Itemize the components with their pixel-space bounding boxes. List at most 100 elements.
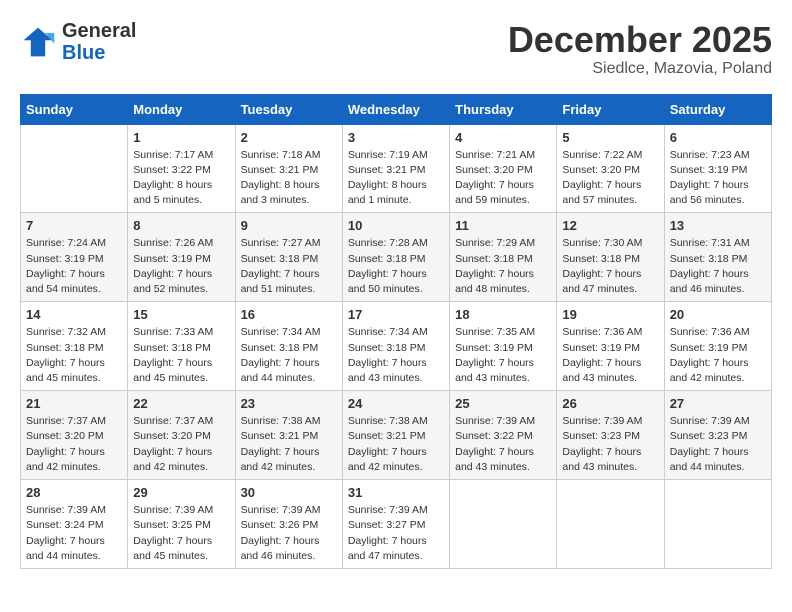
col-header-saturday: Saturday	[664, 94, 771, 124]
cell-text: and 54 minutes.	[26, 282, 122, 297]
week-row-1: 1Sunrise: 7:17 AMSunset: 3:22 PMDaylight…	[21, 124, 772, 213]
day-number: 30	[241, 485, 337, 500]
day-cell: 11Sunrise: 7:29 AMSunset: 3:18 PMDayligh…	[450, 213, 557, 302]
cell-text: and 42 minutes.	[241, 460, 337, 475]
cell-text: Sunrise: 7:19 AM	[348, 148, 444, 163]
col-header-wednesday: Wednesday	[342, 94, 449, 124]
cell-text: Sunrise: 7:38 AM	[241, 414, 337, 429]
cell-text: Sunrise: 7:29 AM	[455, 236, 551, 251]
week-row-4: 21Sunrise: 7:37 AMSunset: 3:20 PMDayligh…	[21, 391, 772, 480]
cell-text: Sunset: 3:26 PM	[241, 518, 337, 533]
day-number: 10	[348, 218, 444, 233]
day-cell: 30Sunrise: 7:39 AMSunset: 3:26 PMDayligh…	[235, 480, 342, 569]
cell-text: Sunrise: 7:18 AM	[241, 148, 337, 163]
cell-text: Sunset: 3:20 PM	[562, 163, 658, 178]
day-cell: 4Sunrise: 7:21 AMSunset: 3:20 PMDaylight…	[450, 124, 557, 213]
day-cell: 16Sunrise: 7:34 AMSunset: 3:18 PMDayligh…	[235, 302, 342, 391]
cell-text: Sunset: 3:21 PM	[348, 429, 444, 444]
day-number: 16	[241, 307, 337, 322]
cell-text: Daylight: 7 hours	[348, 534, 444, 549]
day-cell: 19Sunrise: 7:36 AMSunset: 3:19 PMDayligh…	[557, 302, 664, 391]
cell-text: Sunset: 3:18 PM	[455, 252, 551, 267]
day-cell: 24Sunrise: 7:38 AMSunset: 3:21 PMDayligh…	[342, 391, 449, 480]
cell-text: Sunrise: 7:28 AM	[348, 236, 444, 251]
day-number: 25	[455, 396, 551, 411]
cell-text: and 44 minutes.	[26, 549, 122, 564]
day-number: 9	[241, 218, 337, 233]
cell-text: Daylight: 7 hours	[26, 534, 122, 549]
cell-text: Daylight: 7 hours	[670, 267, 766, 282]
cell-text: Sunrise: 7:37 AM	[26, 414, 122, 429]
cell-text: Sunset: 3:22 PM	[133, 163, 229, 178]
cell-text: Daylight: 7 hours	[133, 356, 229, 371]
day-number: 26	[562, 396, 658, 411]
cell-text: Sunrise: 7:34 AM	[241, 325, 337, 340]
cell-text: and 48 minutes.	[455, 282, 551, 297]
cell-text: Sunrise: 7:23 AM	[670, 148, 766, 163]
cell-text: Daylight: 7 hours	[670, 178, 766, 193]
day-cell: 12Sunrise: 7:30 AMSunset: 3:18 PMDayligh…	[557, 213, 664, 302]
cell-text: Sunrise: 7:39 AM	[455, 414, 551, 429]
cell-text: and 43 minutes.	[455, 371, 551, 386]
cell-text: and 42 minutes.	[133, 460, 229, 475]
col-header-tuesday: Tuesday	[235, 94, 342, 124]
cell-text: Daylight: 7 hours	[670, 356, 766, 371]
cell-text: Sunset: 3:19 PM	[670, 341, 766, 356]
day-cell: 22Sunrise: 7:37 AMSunset: 3:20 PMDayligh…	[128, 391, 235, 480]
day-number: 1	[133, 130, 229, 145]
cell-text: Sunset: 3:18 PM	[348, 341, 444, 356]
cell-text: and 3 minutes.	[241, 193, 337, 208]
cell-text: Daylight: 8 hours	[241, 178, 337, 193]
day-cell: 27Sunrise: 7:39 AMSunset: 3:23 PMDayligh…	[664, 391, 771, 480]
cell-text: and 46 minutes.	[670, 282, 766, 297]
day-cell: 14Sunrise: 7:32 AMSunset: 3:18 PMDayligh…	[21, 302, 128, 391]
cell-text: Sunrise: 7:36 AM	[670, 325, 766, 340]
cell-text: and 45 minutes.	[133, 371, 229, 386]
cell-text: Sunset: 3:23 PM	[670, 429, 766, 444]
day-cell: 25Sunrise: 7:39 AMSunset: 3:22 PMDayligh…	[450, 391, 557, 480]
day-cell: 2Sunrise: 7:18 AMSunset: 3:21 PMDaylight…	[235, 124, 342, 213]
cell-text: Sunrise: 7:39 AM	[670, 414, 766, 429]
cell-text: Sunrise: 7:33 AM	[133, 325, 229, 340]
day-number: 4	[455, 130, 551, 145]
day-number: 17	[348, 307, 444, 322]
cell-text: Sunrise: 7:37 AM	[133, 414, 229, 429]
cell-text: Sunset: 3:20 PM	[455, 163, 551, 178]
week-row-5: 28Sunrise: 7:39 AMSunset: 3:24 PMDayligh…	[21, 480, 772, 569]
day-number: 3	[348, 130, 444, 145]
col-header-sunday: Sunday	[21, 94, 128, 124]
day-number: 14	[26, 307, 122, 322]
cell-text: Daylight: 7 hours	[562, 445, 658, 460]
col-header-thursday: Thursday	[450, 94, 557, 124]
day-cell: 15Sunrise: 7:33 AMSunset: 3:18 PMDayligh…	[128, 302, 235, 391]
cell-text: Sunset: 3:19 PM	[133, 252, 229, 267]
cell-text: Daylight: 7 hours	[455, 267, 551, 282]
day-cell	[557, 480, 664, 569]
cell-text: Sunrise: 7:26 AM	[133, 236, 229, 251]
cell-text: Sunrise: 7:27 AM	[241, 236, 337, 251]
day-cell: 3Sunrise: 7:19 AMSunset: 3:21 PMDaylight…	[342, 124, 449, 213]
day-number: 23	[241, 396, 337, 411]
cell-text: Sunset: 3:18 PM	[670, 252, 766, 267]
day-cell: 29Sunrise: 7:39 AMSunset: 3:25 PMDayligh…	[128, 480, 235, 569]
cell-text: Sunset: 3:18 PM	[26, 341, 122, 356]
cell-text: Daylight: 7 hours	[26, 267, 122, 282]
cell-text: Daylight: 7 hours	[133, 267, 229, 282]
day-number: 22	[133, 396, 229, 411]
cell-text: Sunset: 3:18 PM	[562, 252, 658, 267]
cell-text: Sunset: 3:20 PM	[133, 429, 229, 444]
cell-text: Sunset: 3:19 PM	[562, 341, 658, 356]
day-number: 13	[670, 218, 766, 233]
cell-text: Sunset: 3:22 PM	[455, 429, 551, 444]
month-title: December 2025	[508, 20, 772, 60]
cell-text: Sunrise: 7:32 AM	[26, 325, 122, 340]
cell-text: Sunset: 3:21 PM	[241, 163, 337, 178]
location: Siedlce, Mazovia, Poland	[508, 60, 772, 78]
day-cell	[450, 480, 557, 569]
cell-text: Daylight: 7 hours	[348, 267, 444, 282]
cell-text: Sunset: 3:18 PM	[241, 341, 337, 356]
logo-general: General	[62, 20, 136, 42]
day-number: 24	[348, 396, 444, 411]
day-cell: 28Sunrise: 7:39 AMSunset: 3:24 PMDayligh…	[21, 480, 128, 569]
cell-text: Daylight: 8 hours	[133, 178, 229, 193]
